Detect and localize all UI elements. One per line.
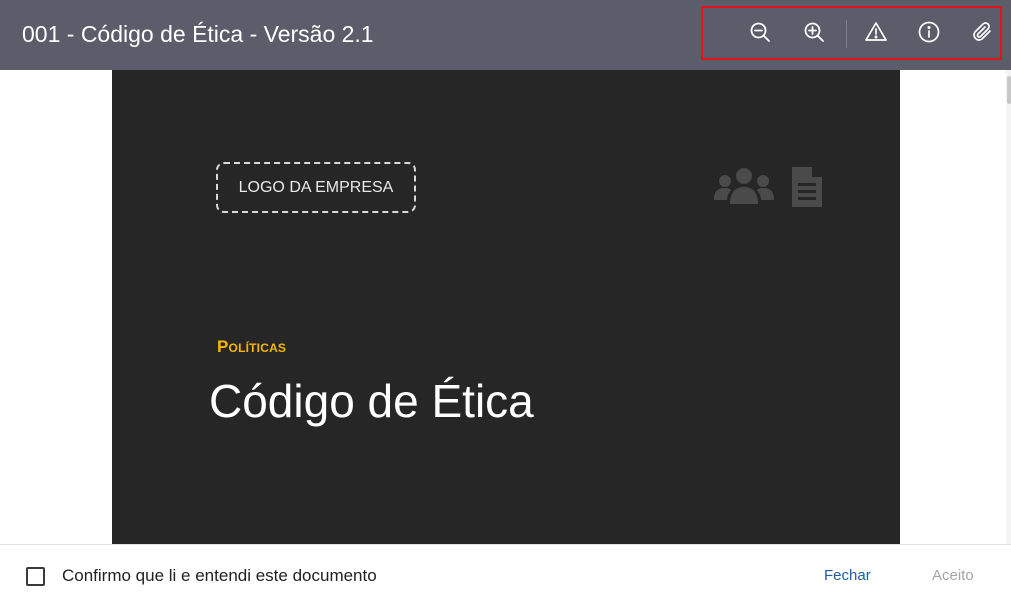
report-issue-button[interactable] (863, 21, 889, 47)
info-icon (917, 20, 941, 49)
close-button[interactable]: Fechar (824, 567, 871, 584)
warning-icon (864, 20, 888, 49)
confirm-read-label[interactable]: Confirmo que li e entendi este documento (62, 566, 377, 586)
toolbar-divider (846, 20, 847, 48)
zoom-in-icon (802, 20, 826, 49)
vertical-scrollbar[interactable] (1006, 70, 1011, 544)
zoom-out-icon (748, 20, 772, 49)
people-icon (714, 166, 774, 208)
paperclip-icon (970, 20, 994, 49)
viewer-header: 001 - Código de Ética - Versão 2.1 (0, 0, 1011, 70)
document-cover-title: Código de Ética (209, 375, 534, 427)
confirm-read-checkbox[interactable] (26, 567, 45, 586)
company-logo-placeholder: LOGO DA EMPRESA (216, 162, 416, 213)
file-icon (791, 166, 823, 208)
document-title-header: 001 - Código de Ética - Versão 2.1 (22, 21, 374, 47)
logo-placeholder-text: LOGO DA EMPRESA (238, 178, 394, 196)
scrollbar-thumb[interactable] (1007, 76, 1011, 104)
info-button[interactable] (916, 21, 942, 47)
viewer-toolbar (701, 6, 1002, 60)
accept-button[interactable]: Aceito (932, 567, 974, 584)
attachments-button[interactable] (969, 21, 995, 47)
document-page: LOGO DA EMPRESA Políticas Código de Étic… (112, 70, 900, 544)
document-viewport[interactable]: LOGO DA EMPRESA Políticas Código de Étic… (0, 70, 1011, 544)
document-category: Políticas (217, 337, 287, 356)
zoom-out-button[interactable] (747, 21, 773, 47)
zoom-in-button[interactable] (801, 21, 827, 47)
confirmation-footer: Confirmo que li e entendi este documento… (0, 544, 1011, 607)
